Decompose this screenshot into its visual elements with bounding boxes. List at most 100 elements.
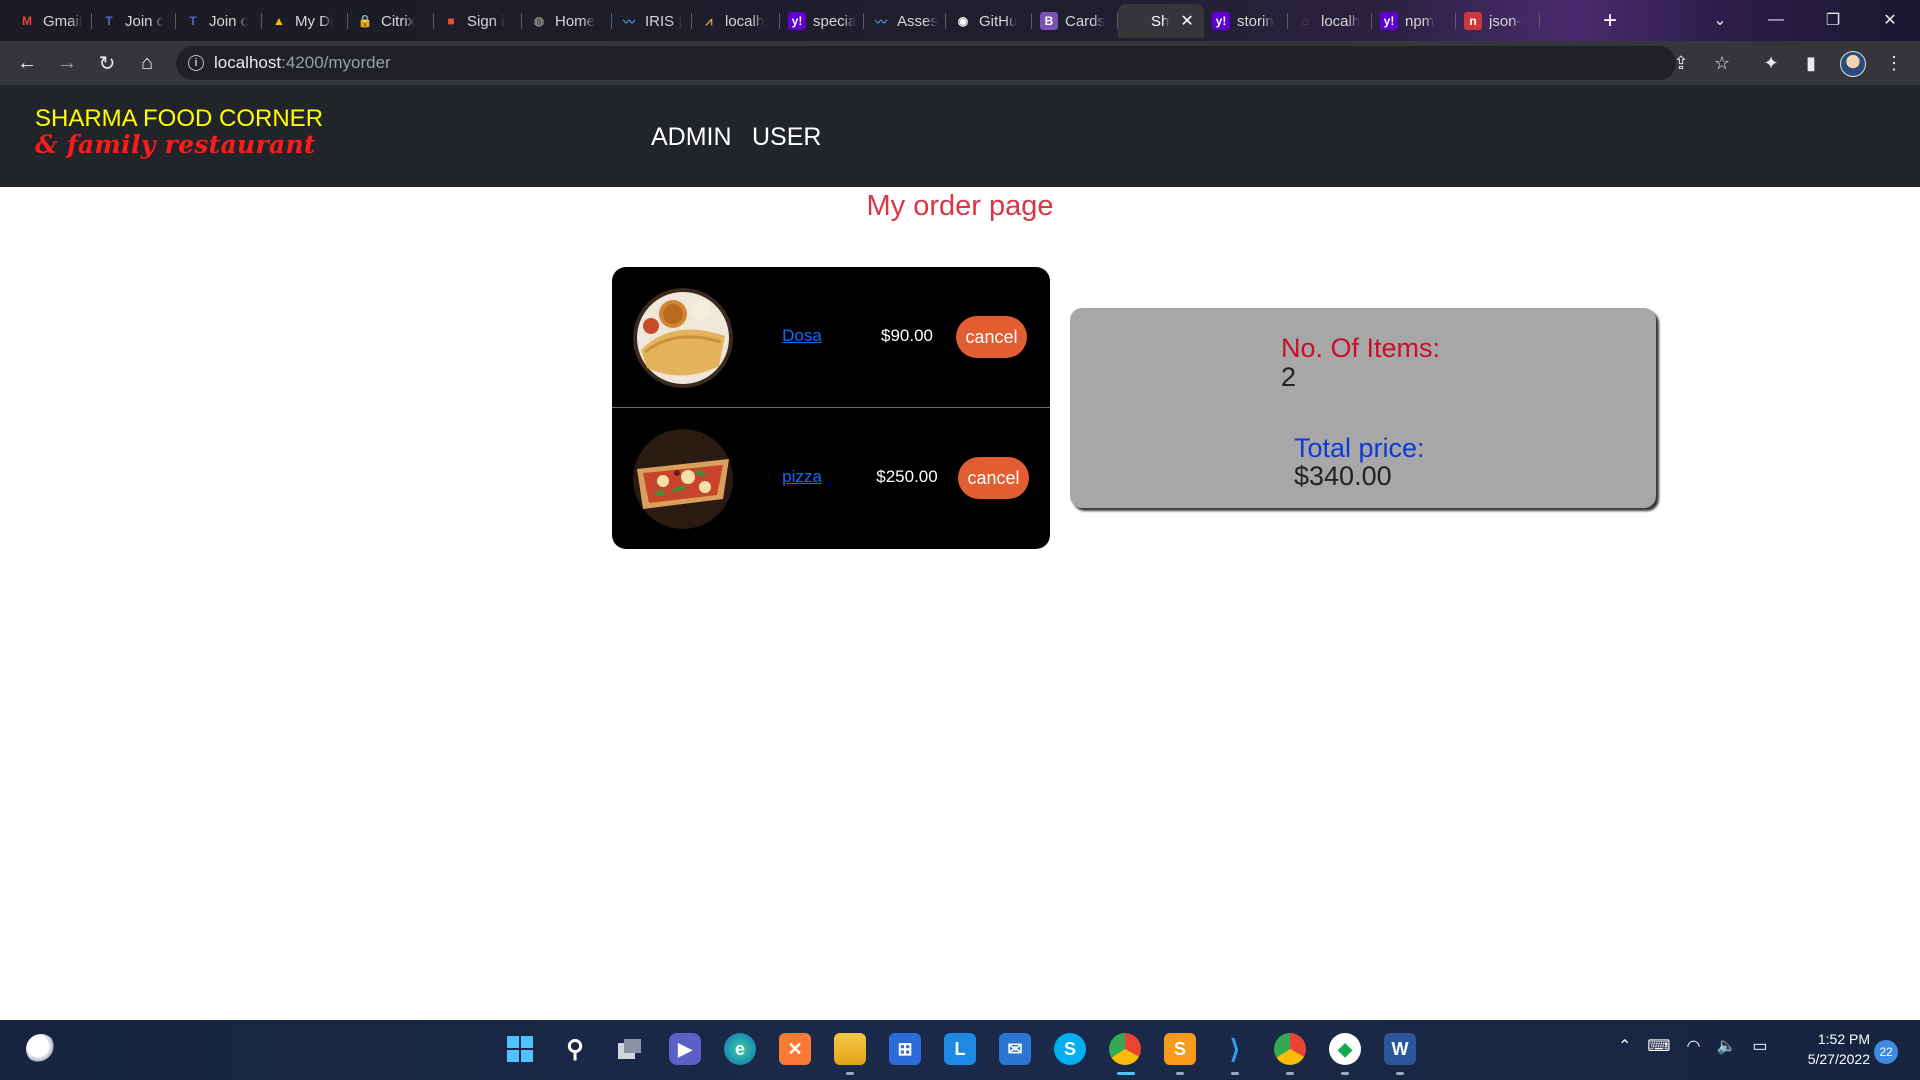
order-summary-card: No. Of Items: 2 Total price: $340.00 — [1070, 308, 1656, 508]
browser-tab-label: Join c — [125, 12, 165, 30]
chrome-icon[interactable] — [1274, 1033, 1306, 1065]
close-tab-icon[interactable]: ✕ — [1180, 11, 1193, 31]
browser-tab-label: Asses — [897, 12, 938, 30]
browser-tab-label: IRIS | — [645, 12, 683, 30]
teams-chat-icon[interactable]: ▶ — [669, 1033, 701, 1065]
teams-icon: T — [105, 14, 113, 28]
minimize-button[interactable]: — — [1756, 6, 1796, 34]
order-item-price: $90.00 — [881, 326, 933, 345]
browser-toolbar: ← → ↻ ⌂ i localhost:4200/myorder ⇪ ☆ ✦ ▮… — [0, 41, 1920, 85]
volume-icon[interactable]: 🔈 — [1716, 1036, 1736, 1056]
forward-button[interactable]: → — [53, 49, 81, 77]
sublime-text-icon[interactable]: S — [1164, 1033, 1196, 1065]
running-indicator — [1341, 1072, 1349, 1075]
task-view-icon[interactable] — [614, 1033, 646, 1065]
yahoo-icon: y! — [1380, 12, 1398, 30]
browser-tab[interactable]: B Cards — [1032, 4, 1118, 38]
bookmark-star-icon[interactable]: ☆ — [1709, 50, 1735, 76]
keyboard-icon[interactable]: ⌨ — [1647, 1036, 1670, 1056]
browser-tab[interactable]: ▲ My Di — [262, 4, 348, 38]
mail-icon[interactable]: ✉ — [999, 1033, 1031, 1065]
tab-list: M Gmail T Join c T Join c ▲ My Di 🔒 Citrix ■ Sign i… — [10, 4, 1540, 38]
cancel-order-button[interactable]: cancel — [958, 457, 1029, 499]
browser-tab[interactable]: 〰 Asses — [864, 4, 946, 38]
browser-tab-label: Citrix — [381, 12, 416, 30]
bootstrap-icon: B — [1040, 12, 1058, 30]
reload-button[interactable]: ↻ — [93, 49, 121, 77]
battery-icon[interactable]: ▭ — [1752, 1036, 1767, 1056]
edge-icon[interactable]: e — [724, 1033, 756, 1065]
word-icon[interactable]: W — [1384, 1033, 1416, 1065]
chrome-icon[interactable] — [1109, 1033, 1141, 1065]
order-item-name[interactable]: pizza — [752, 467, 852, 487]
clock[interactable]: 1:52 PM 5/27/2022 — [1790, 1029, 1870, 1069]
order-list: Dosa $90.00 cancel pizza $250.00 cancel — [612, 267, 1050, 549]
search-icon[interactable]: ⚲ — [559, 1033, 591, 1065]
active-app-indicator — [1117, 1072, 1135, 1075]
order-item-name[interactable]: Dosa — [752, 326, 852, 346]
restore-button[interactable]: ❐ — [1813, 6, 1853, 34]
taskbar: ⚲ ▶ e ✕ ⊞ L ✉ S S ⟩ ◆ W ⌃ ⌨ ◠ 🔈 ▭ 1:52 P… — [0, 1020, 1920, 1080]
nav-admin-link[interactable]: ADMIN — [651, 123, 732, 152]
store-icon[interactable]: ⊞ — [889, 1033, 921, 1065]
browser-tab[interactable]: n json- — [1456, 4, 1540, 38]
total-price-label: Total price: — [1294, 433, 1425, 463]
skype-icon[interactable]: S — [1054, 1033, 1086, 1065]
notification-badge[interactable]: 22 — [1874, 1040, 1898, 1064]
side-panel-icon[interactable]: ▮ — [1798, 50, 1824, 76]
nav-user-link[interactable]: USER — [752, 123, 821, 152]
browser-tab[interactable]: ⌂ localh — [1288, 4, 1372, 38]
browser-tab[interactable]: y! npm — [1372, 4, 1456, 38]
browser-tab-label: localh — [725, 12, 765, 30]
start-menu-icon[interactable] — [504, 1033, 536, 1065]
browser-tab[interactable]: T Join c — [176, 4, 262, 38]
vscode-icon[interactable]: ⟩ — [1219, 1033, 1251, 1065]
browser-tab-label: Cards — [1065, 12, 1106, 30]
browser-tab[interactable]: 〰 IRIS | — [612, 4, 692, 38]
browser-tab[interactable]: ⩘ localh — [692, 4, 780, 38]
items-count-value: 2 — [1281, 362, 1297, 392]
browser-tab-label: Sh — [1151, 12, 1170, 30]
new-tab-button[interactable]: + — [1596, 7, 1624, 35]
file-explorer-icon[interactable] — [834, 1033, 866, 1065]
browser-tab[interactable]: A Sh ✕ — [1118, 4, 1204, 38]
profile-avatar[interactable] — [1840, 51, 1866, 77]
browser-tab-label: Gmail — [43, 12, 83, 30]
mongodb-icon[interactable]: ◆ — [1329, 1033, 1361, 1065]
browser-tab-label: Sign i — [467, 12, 505, 30]
browser-menu-icon[interactable]: ⋮ — [1881, 50, 1907, 76]
browser-tab[interactable]: y! specia — [780, 4, 864, 38]
browser-tab[interactable]: ■ Sign i — [434, 4, 522, 38]
running-indicator — [846, 1072, 854, 1075]
localhost-icon: ⩘ — [705, 13, 713, 28]
chevron-up-icon[interactable]: ⌃ — [1618, 1036, 1631, 1056]
back-button[interactable]: ← — [13, 49, 41, 77]
l-app-icon[interactable]: L — [944, 1033, 976, 1065]
wifi-icon[interactable]: ◠ — [1687, 1036, 1701, 1056]
browser-tab[interactable]: ◍ Home — [522, 4, 612, 38]
yahoo-icon: y! — [788, 12, 806, 30]
home-button[interactable]: ⌂ — [133, 49, 161, 77]
xampp-icon[interactable]: ✕ — [779, 1033, 811, 1065]
clock-date: 5/27/2022 — [1807, 1051, 1870, 1067]
address-bar[interactable]: i localhost:4200/myorder — [176, 46, 1676, 80]
pizza-image — [633, 429, 733, 529]
close-window-button[interactable]: ✕ — [1870, 6, 1910, 34]
brand-name[interactable]: SHARMA FOOD CORNER — [35, 105, 323, 133]
browser-tab[interactable]: T Join c — [92, 4, 176, 38]
browser-tab-label: Join c — [209, 12, 249, 30]
running-indicator — [1176, 1072, 1184, 1075]
share-icon[interactable]: ⇪ — [1668, 50, 1694, 76]
order-row-pizza: pizza $250.00 cancel — [612, 408, 1050, 549]
browser-tab[interactable]: ◉ GitHu — [946, 4, 1032, 38]
brand-tagline: & family restaurant — [35, 130, 316, 159]
browser-tab-label: npm — [1405, 12, 1435, 30]
cancel-order-button[interactable]: cancel — [956, 316, 1027, 358]
tab-search-icon[interactable]: ⌄ — [1700, 6, 1740, 34]
site-info-icon[interactable]: i — [188, 55, 204, 71]
weather-widget-icon[interactable] — [26, 1034, 56, 1064]
browser-tab[interactable]: y! storin — [1204, 4, 1288, 38]
extensions-icon[interactable]: ✦ — [1758, 50, 1784, 76]
browser-tab[interactable]: M Gmail — [10, 4, 92, 38]
browser-tab[interactable]: 🔒 Citrix — [348, 4, 434, 38]
